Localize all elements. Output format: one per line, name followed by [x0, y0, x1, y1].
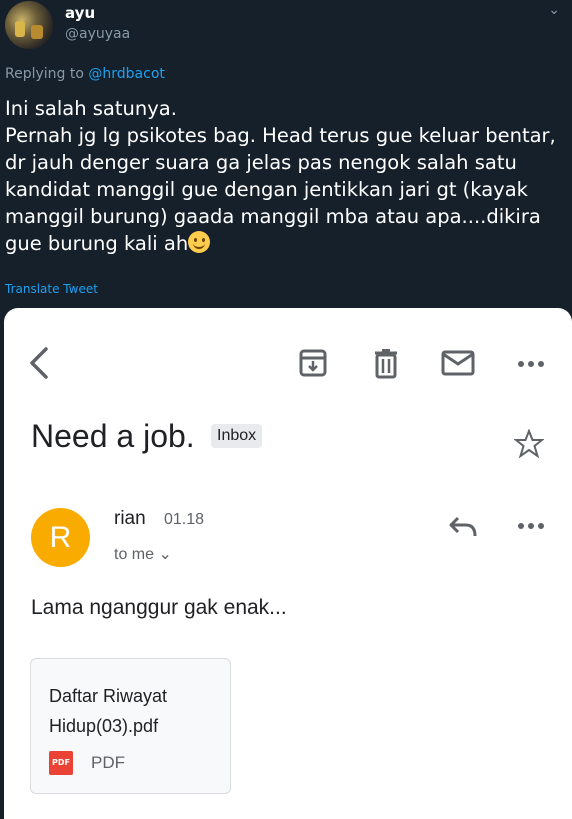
tweet-text-content: Ini salah satunya. Pernah jg lg psikotes…	[5, 97, 556, 255]
user-handle[interactable]: @ayuyaa	[65, 26, 130, 42]
email-time: 01.18	[164, 511, 205, 528]
replying-to: Replying to @hrdbacot	[5, 66, 165, 82]
email-body: Lama nganggur gak enak...	[31, 596, 287, 619]
more-icon[interactable]	[516, 521, 546, 531]
reply-mention-link[interactable]: @hrdbacot	[88, 66, 165, 82]
archive-icon[interactable]	[298, 348, 328, 378]
user-avatar[interactable]	[5, 1, 53, 49]
attachment-card[interactable]: Daftar Riwayat Hidup(03).pdf PDF PDF	[30, 658, 231, 794]
smiley-emoji-icon	[188, 231, 211, 253]
tweet-text: Ini salah satunya. Pernah jg lg psikotes…	[5, 95, 570, 257]
recipient-toggle[interactable]: to me ⌄	[114, 544, 172, 564]
pdf-icon: PDF	[49, 751, 73, 775]
email-subject: Need a job.	[31, 418, 195, 454]
chevron-down-icon: ⌄	[158, 546, 172, 563]
tweet-header: ayu @ayuyaa ⌄	[0, 0, 572, 60]
trash-icon[interactable]	[372, 347, 400, 379]
attachment-type: PDF	[91, 753, 125, 772]
email-screenshot[interactable]: Need a job. Inbox R rian 01.18 to me ⌄ L…	[4, 308, 572, 819]
reply-icon[interactable]	[448, 515, 478, 539]
sender-name[interactable]: rian	[114, 508, 146, 530]
recipient-label: to me	[114, 546, 155, 563]
attachment-name: Daftar Riwayat Hidup(03).pdf	[49, 686, 168, 736]
mail-icon[interactable]	[441, 350, 475, 376]
more-icon[interactable]	[516, 359, 546, 369]
inbox-label-badge[interactable]: Inbox	[211, 424, 263, 448]
chevron-down-icon[interactable]: ⌄	[548, 2, 560, 18]
back-icon[interactable]	[26, 346, 52, 380]
display-name[interactable]: ayu	[65, 4, 95, 22]
translate-tweet-link[interactable]: Translate Tweet	[5, 282, 98, 296]
star-icon[interactable]	[514, 429, 544, 459]
replying-prefix: Replying to	[5, 66, 89, 82]
sender-avatar[interactable]: R	[31, 508, 90, 567]
